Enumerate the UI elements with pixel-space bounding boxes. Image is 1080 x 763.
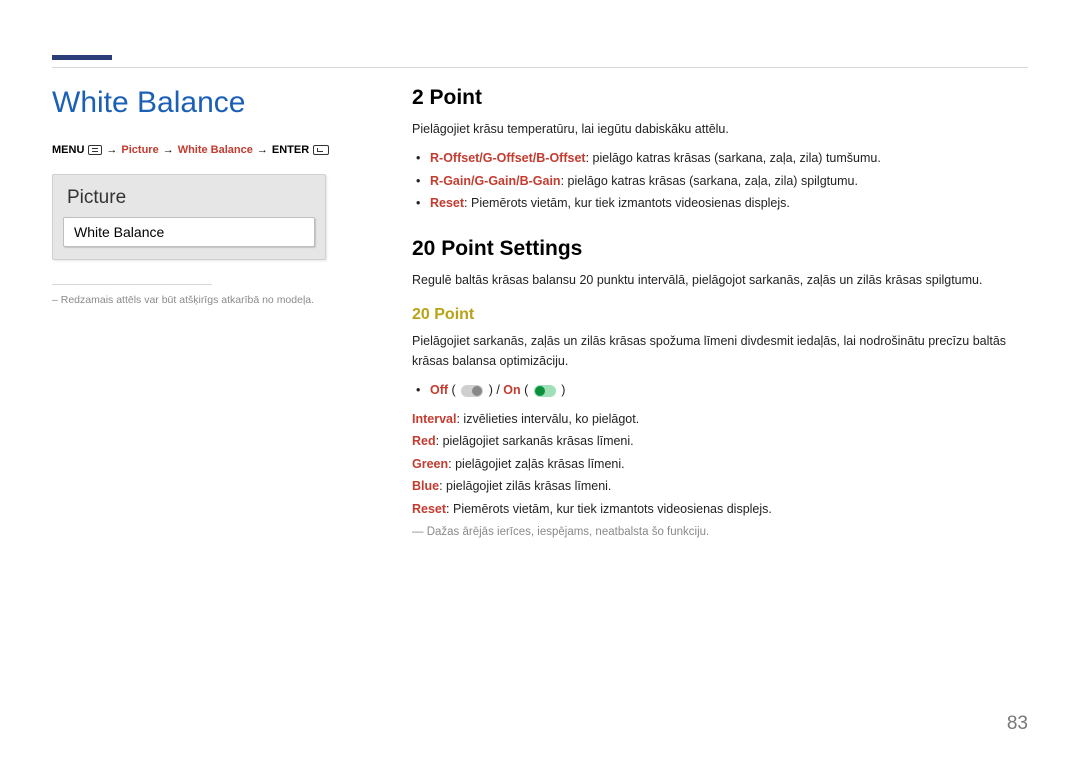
bullet-label: R-Gain/G-Gain/B-Gain bbox=[430, 174, 561, 188]
bullet-text: : pielāgo katras krāsas (sarkana, zaļa, … bbox=[561, 174, 858, 188]
toggle-on-label: On bbox=[503, 383, 520, 397]
breadcrumb: MENU → Picture → White Balance → ENTER bbox=[52, 144, 360, 156]
panel-title: Picture bbox=[67, 187, 315, 209]
bullet-list: R-Offset/G-Offset/B-Offset: pielāgo katr… bbox=[412, 147, 1028, 215]
subsection-intro: Pielāgojiet sarkanās, zaļās un zilās krā… bbox=[412, 332, 1028, 371]
subsection-heading-20point: 20 Point bbox=[412, 306, 1028, 324]
setting-label: Green bbox=[412, 457, 448, 471]
divider bbox=[52, 284, 212, 285]
setting-text: : pielāgojiet sarkanās krāsas līmeni. bbox=[436, 434, 634, 448]
arrow-icon: → bbox=[163, 144, 174, 156]
setting-line: Red: pielāgojiet sarkanās krāsas līmeni. bbox=[412, 430, 1028, 453]
footnote: – Redzamais attēls var būt atšķirīgs atk… bbox=[52, 293, 360, 309]
setting-line: Reset: Piemērots vietām, kur tiek izmant… bbox=[412, 498, 1028, 521]
setting-text: : Piemērots vietām, kur tiek izmantots v… bbox=[446, 502, 772, 516]
bullet-text: : pielāgo katras krāsas (sarkana, zaļa, … bbox=[586, 151, 881, 165]
section-intro: Pielāgojiet krāsu temperatūru, lai iegūt… bbox=[412, 120, 1028, 139]
section-heading-2point: 2 Point bbox=[412, 86, 1028, 110]
setting-text: : pielāgojiet zilās krāsas līmeni. bbox=[439, 479, 611, 493]
bullet-list: Off ( ) / On ( ) bbox=[412, 379, 1028, 402]
list-item-toggle: Off ( ) / On ( ) bbox=[430, 379, 1028, 402]
breadcrumb-picture: Picture bbox=[121, 144, 158, 156]
toggle-paren-close: ) bbox=[489, 383, 493, 397]
setting-label: Interval bbox=[412, 412, 456, 426]
note: Dažas ārējās ierīces, iespējams, neatbal… bbox=[412, 526, 1028, 538]
arrow-icon: → bbox=[257, 144, 268, 156]
right-column: 2 Point Pielāgojiet krāsu temperatūru, l… bbox=[392, 86, 1028, 538]
left-column: White Balance MENU → Picture → White Bal… bbox=[52, 86, 392, 538]
breadcrumb-white-balance: White Balance bbox=[178, 144, 253, 156]
section-heading-20point-settings: 20 Point Settings bbox=[412, 237, 1028, 261]
menu-icon bbox=[88, 145, 102, 155]
top-rule bbox=[52, 67, 1028, 68]
list-item: R-Gain/G-Gain/B-Gain: pielāgo katras krā… bbox=[430, 170, 1028, 193]
list-item: R-Offset/G-Offset/B-Offset: pielāgo katr… bbox=[430, 147, 1028, 170]
breadcrumb-enter: ENTER bbox=[272, 144, 309, 156]
setting-label: Red bbox=[412, 434, 436, 448]
toggle-off-icon bbox=[459, 385, 485, 397]
bullet-label: Reset bbox=[430, 196, 464, 210]
menu-panel: Picture White Balance bbox=[52, 174, 326, 260]
toggle-paren-open: ( bbox=[452, 383, 456, 397]
toggle-on-icon bbox=[532, 385, 558, 397]
enter-icon bbox=[313, 145, 329, 155]
accent-bar bbox=[52, 55, 112, 60]
list-item: Reset: Piemērots vietām, kur tiek izmant… bbox=[430, 192, 1028, 215]
page-number: 83 bbox=[1007, 713, 1028, 735]
arrow-icon: → bbox=[106, 144, 117, 156]
setting-text: : izvēlieties intervālu, ko pielāgot. bbox=[456, 412, 639, 426]
page: White Balance MENU → Picture → White Bal… bbox=[0, 0, 1080, 763]
setting-label: Blue bbox=[412, 479, 439, 493]
setting-line: Interval: izvēlieties intervālu, ko piel… bbox=[412, 408, 1028, 431]
bullet-text: : Piemērots vietām, kur tiek izmantots v… bbox=[464, 196, 790, 210]
panel-item-white-balance[interactable]: White Balance bbox=[63, 217, 315, 247]
bullet-label: R-Offset/G-Offset/B-Offset bbox=[430, 151, 586, 165]
toggle-off-label: Off bbox=[430, 383, 448, 397]
columns: White Balance MENU → Picture → White Bal… bbox=[52, 86, 1028, 538]
setting-line: Blue: pielāgojiet zilās krāsas līmeni. bbox=[412, 475, 1028, 498]
page-title: White Balance bbox=[52, 86, 360, 120]
section-intro: Regulē baltās krāsas balansu 20 punktu i… bbox=[412, 271, 1028, 290]
setting-label: Reset bbox=[412, 502, 446, 516]
toggle-paren-close: ) bbox=[561, 383, 565, 397]
breadcrumb-menu: MENU bbox=[52, 144, 84, 156]
setting-text: : pielāgojiet zaļās krāsas līmeni. bbox=[448, 457, 624, 471]
toggle-paren-open: ( bbox=[524, 383, 528, 397]
setting-line: Green: pielāgojiet zaļās krāsas līmeni. bbox=[412, 453, 1028, 476]
